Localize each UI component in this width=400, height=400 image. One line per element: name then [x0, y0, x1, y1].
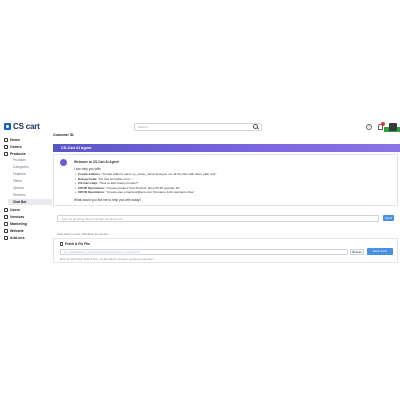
top-bar: CS cart Search ?: [0, 120, 400, 133]
help-icon[interactable]: ?: [366, 124, 372, 130]
sidebar-item-orders[interactable]: Orders: [4, 143, 22, 150]
bullet-title: Debug Code:: [78, 176, 98, 181]
vendors-icon: [4, 214, 8, 219]
sidebar-item-products[interactable]: Products: [4, 150, 26, 157]
agent-header-bar: CS-Cart AI Agent: [53, 144, 400, 152]
list-item: Create Addons: "Create addons name sy_na…: [75, 172, 217, 176]
file-path-input[interactable]: e.g. app/addons/my_addon/controllers/bac…: [60, 249, 348, 255]
sidebar-item-label: Orders: [10, 144, 22, 149]
chat-input[interactable]: Ask me anything about CS-Cart developmen…: [57, 215, 379, 222]
logo-text: CS cart: [13, 122, 40, 131]
orders-icon: [4, 144, 8, 149]
list-item: Debug Code: "Fix this controller error..…: [75, 176, 134, 181]
sidebar-item-website[interactable]: Website: [4, 227, 24, 234]
sidebar-item-label: Website: [10, 228, 24, 233]
welcome-message: Welcome to CS-Cart AI Agent!: [74, 160, 120, 164]
outro-message: What would you like me to help you with …: [74, 198, 142, 202]
bot-avatar-icon: [60, 159, 67, 166]
sidebar-item-marketing[interactable]: Marketing: [4, 220, 27, 227]
sidebar-item-home[interactable]: Home: [4, 136, 20, 143]
fetch-fix-button[interactable]: Fetch & Fix: [367, 248, 393, 255]
addons-icon: [4, 235, 8, 240]
sidebar-item-label: Marketing: [10, 221, 27, 226]
sidebar-item-label: Vendors: [10, 214, 25, 219]
send-button[interactable]: Send: [383, 215, 394, 221]
chat-input-row: Ask me anything about CS-Cart developmen…: [57, 215, 396, 223]
intro-message: I can help you with:: [74, 167, 102, 171]
chat-message-card: Welcome to CS-Cart AI Agent! I can help …: [53, 154, 398, 206]
sidebar-subitem-features[interactable]: Features: [13, 172, 26, 176]
sidebar-subitem-categories[interactable]: Categories: [13, 165, 28, 169]
sidebar-subitem-filters[interactable]: Filters: [13, 179, 22, 183]
home-icon: [4, 137, 8, 142]
bullet-title: CS-Cart Help:: [78, 181, 99, 185]
fetch-fix-title: Fetch & Fix File: [60, 242, 90, 246]
bullet-text: "How to add custom hooks?": [99, 181, 139, 185]
search-input[interactable]: Search: [134, 123, 262, 131]
sidebar-subitem-reviews[interactable]: Reviews: [13, 193, 25, 197]
browse-button[interactable]: Browse: [350, 249, 364, 255]
sidebar-subitem-products[interactable]: Products: [13, 158, 26, 162]
products-icon: [4, 151, 8, 156]
sidebar-item-label: Add-ons: [10, 235, 25, 240]
file-icon: [60, 242, 63, 246]
sidebar-item-label: Users: [10, 207, 20, 212]
sidebar-subitem-options[interactable]: Options: [13, 186, 24, 190]
fetch-fix-card: Fetch & Fix File e.g. app/addons/my_addo…: [53, 238, 398, 263]
agent-title: CS-Cart AI Agent: [61, 146, 92, 150]
customer-id-label: Customer ID:: [53, 133, 75, 137]
list-item: CRUD Operations: "Create product 'Test P…: [75, 185, 181, 190]
user-avatar-icon[interactable]: [389, 123, 397, 131]
cs-cart-logo-icon: [4, 123, 11, 130]
users-icon: [4, 207, 8, 212]
sidebar-item-label: Home: [10, 137, 20, 142]
website-icon: [4, 228, 8, 233]
list-item: CRUD Operations: "Create user email test…: [75, 190, 195, 194]
bullet-title: CRUD Operations:: [78, 190, 106, 194]
sidebar-item-vendors[interactable]: Vendors: [4, 213, 24, 220]
sidebar: Home Orders Products Products Categories…: [0, 134, 52, 262]
fetch-fix-hint: Enter the path (from "Fetch & Fix") - AI…: [60, 258, 154, 261]
bullet-title: CRUD Operations:: [78, 185, 106, 190]
sidebar-item-label: Products: [10, 151, 26, 156]
bullet-text: "Create product 'Test Product' price 99.…: [106, 185, 181, 190]
search-icon[interactable]: [253, 124, 258, 129]
logo[interactable]: CS cart: [4, 122, 40, 131]
notification-badge: [381, 122, 385, 126]
bullet-text: "Fix this controller error...": [98, 176, 134, 181]
app-frame: CS cart Search ? Home Orders Products Pr…: [0, 120, 400, 263]
bullet-text: "Create user email test@test.com firstna…: [106, 190, 195, 194]
bullet-title: Create Addons:: [78, 172, 101, 176]
sidebar-subitem-chat-bot[interactable]: Chat Bot: [13, 200, 26, 204]
sidebar-item-users[interactable]: Users: [4, 206, 20, 213]
list-item: CS-Cart Help: "How to add custom hooks?": [75, 181, 139, 185]
marketing-icon: [4, 221, 8, 226]
bullet-text: "Create addons name sy_name_name and giv…: [101, 172, 217, 176]
sidebar-item-addons[interactable]: Add-ons: [4, 234, 25, 241]
input-hint: Press Enter to send, Shift+Enter for new…: [57, 233, 109, 236]
fetch-fix-title-text: Fetch & Fix File: [65, 242, 91, 246]
